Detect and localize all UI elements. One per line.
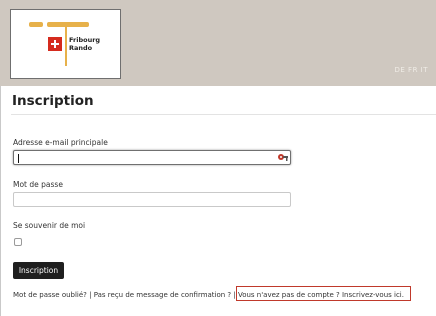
email-label: Adresse e-mail principale (13, 138, 108, 147)
logo-line-2: Rando (69, 44, 93, 52)
swiss-cross-icon (48, 37, 62, 51)
resend-confirmation-link[interactable]: Pas reçu de message de confirmation ? (94, 291, 231, 299)
register-link-highlight (236, 286, 411, 301)
header-bar: Fribourg Rando DE FR IT (0, 0, 436, 86)
password-label: Mot de passe (13, 180, 63, 189)
logo-wordmark: Fribourg Rando (69, 36, 100, 52)
remember-me-label: Se souvenir de moi (13, 221, 86, 230)
remember-me-checkbox[interactable] (14, 238, 22, 246)
title-divider (11, 114, 436, 115)
signpost-pole-icon (65, 24, 67, 66)
page-title: Inscription (12, 93, 94, 109)
register-button[interactable]: Inscription (13, 262, 64, 279)
password-field[interactable] (13, 192, 291, 207)
site-logo[interactable]: Fribourg Rando (10, 9, 121, 79)
link-separator: | (86, 291, 94, 299)
language-switcher[interactable]: DE FR IT (395, 66, 429, 74)
forgot-password-link[interactable]: Mot de passe oublié? (13, 291, 87, 299)
password-manager-icon[interactable] (277, 152, 289, 164)
email-field[interactable] (13, 150, 291, 165)
logo-line-1: Fribourg (69, 36, 101, 44)
text-cursor (18, 154, 19, 163)
signpost-bar-icon (29, 22, 89, 27)
login-panel: Inscription Adresse e-mail principale Mo… (0, 86, 436, 316)
page: Fribourg Rando DE FR IT Inscription Adre… (0, 0, 436, 316)
